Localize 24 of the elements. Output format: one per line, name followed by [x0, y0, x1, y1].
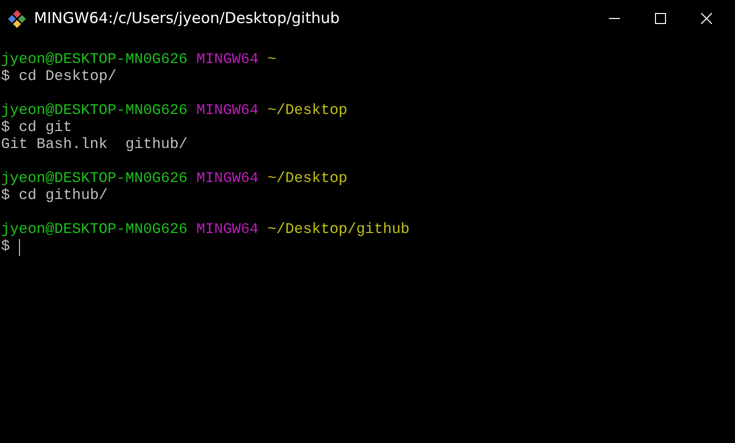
- prompt-user-host: jyeon@DESKTOP-MN0G626: [1, 222, 188, 238]
- maximize-icon: [654, 13, 666, 24]
- prompt-user-host: jyeon@DESKTOP-MN0G626: [1, 52, 188, 68]
- prompt-path: ~/Desktop: [267, 171, 348, 187]
- prompt-path: ~/Desktop/github: [267, 222, 410, 238]
- prompt-shell: MINGW64: [196, 222, 259, 238]
- command-text: cd Desktop/: [18, 69, 116, 85]
- prompt-user-host: jyeon@DESKTOP-MN0G626: [1, 171, 188, 187]
- prompt-sign: $: [1, 239, 10, 255]
- prompt-shell: MINGW64: [196, 171, 259, 187]
- output-text: Git Bash.lnk github/: [1, 137, 188, 153]
- command-text: cd github/: [18, 188, 108, 204]
- prompt-sign: $: [1, 188, 10, 204]
- command-text: cd git: [18, 120, 72, 136]
- prompt-path: ~/Desktop: [267, 103, 348, 119]
- close-icon: [700, 13, 712, 24]
- prompt-shell: MINGW64: [196, 52, 259, 68]
- prompt-shell: MINGW64: [196, 103, 259, 119]
- prompt-sign: $: [1, 69, 10, 85]
- prompt-path: ~: [267, 52, 276, 68]
- app-icon: [8, 10, 26, 28]
- prompt-user-host: jyeon@DESKTOP-MN0G626: [1, 103, 188, 119]
- prompt-sign: $: [1, 120, 10, 136]
- window-title: MINGW64:/c/Users/jyeon/Desktop/github: [34, 8, 340, 30]
